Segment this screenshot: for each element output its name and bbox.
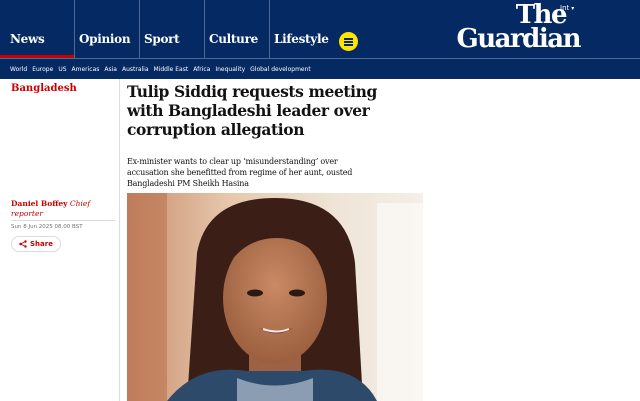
- menu-icon[interactable]: [339, 32, 358, 51]
- pillar-lifestyle[interactable]: Lifestyle: [269, 0, 334, 58]
- byline: Daniel Boffey Chief reporter: [11, 199, 111, 219]
- headline: Tulip Siddiq requests meeting with Bangl…: [127, 82, 377, 139]
- subnav-item[interactable]: Africa: [193, 66, 210, 73]
- pillar-label: Opinion: [79, 32, 131, 46]
- subnav-item[interactable]: Americas: [72, 66, 100, 73]
- subnav-item[interactable]: Australia: [122, 66, 149, 73]
- pillar-label: Sport: [144, 32, 180, 46]
- share-button[interactable]: Share: [11, 236, 61, 252]
- subnav-item[interactable]: World: [10, 66, 27, 73]
- portrait-photo-icon: [127, 193, 423, 401]
- section-link[interactable]: Bangladesh: [11, 83, 77, 94]
- pillar-news[interactable]: News: [0, 0, 74, 58]
- subnav-item[interactable]: Middle East: [154, 66, 189, 73]
- logo-line-2: Guardian: [456, 24, 582, 54]
- masthead: News Opinion Sport Culture Lifestyle The…: [0, 0, 640, 79]
- article-meta-column: Bangladesh Daniel Boffey Chief reporter …: [0, 79, 120, 401]
- subnav-item[interactable]: Inequality: [215, 66, 245, 73]
- subnav-item[interactable]: Europe: [32, 66, 53, 73]
- share-label: Share: [30, 240, 53, 248]
- author-name[interactable]: Daniel Boffey: [11, 199, 68, 208]
- pillar-opinion[interactable]: Opinion: [74, 0, 139, 58]
- dateline: Sun 8 Jun 2025 08.00 BST: [11, 220, 115, 230]
- standfirst: Ex-minister wants to clear up ‘misunders…: [127, 157, 353, 188]
- pillar-label: Lifestyle: [274, 32, 329, 46]
- pillar-label: Culture: [209, 32, 258, 46]
- subnav-item[interactable]: Global development: [250, 66, 311, 73]
- subnav-item[interactable]: US: [58, 66, 66, 73]
- pillar-sport[interactable]: Sport: [139, 0, 204, 58]
- guardian-logo[interactable]: The Guardian: [420, 2, 582, 54]
- subnav: World Europe US Americas Asia Australia …: [0, 58, 640, 79]
- pillar-label: News: [10, 32, 45, 46]
- share-icon: [19, 240, 27, 248]
- subnav-item[interactable]: Asia: [104, 66, 117, 73]
- pillar-culture[interactable]: Culture: [204, 0, 269, 58]
- edition-switcher[interactable]: Int: [560, 4, 574, 12]
